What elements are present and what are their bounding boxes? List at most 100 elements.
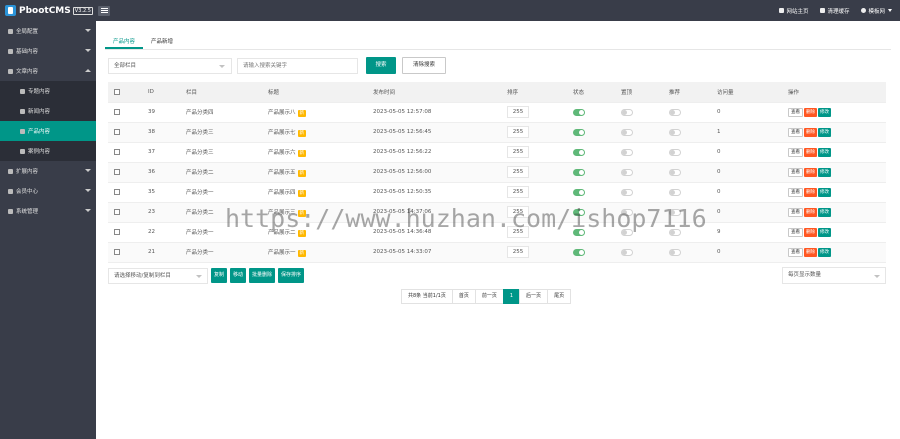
prev-page-button[interactable]: 前一页 xyxy=(474,289,504,304)
status-toggle[interactable] xyxy=(573,128,585,136)
view-button[interactable]: 查看 xyxy=(788,227,803,237)
sidebar-item-global-config[interactable]: 全局配置 xyxy=(0,21,96,41)
delete-button[interactable]: 删除 xyxy=(804,227,817,237)
edit-button[interactable]: 修改 xyxy=(818,187,831,197)
title-text[interactable]: 产品展示一 xyxy=(268,250,296,256)
title-text[interactable]: 产品展示六 xyxy=(268,150,296,156)
row-checkbox[interactable] xyxy=(114,168,120,175)
top-toggle[interactable] xyxy=(621,188,633,196)
row-checkbox[interactable] xyxy=(114,148,120,155)
delete-button[interactable]: 删除 xyxy=(804,207,817,217)
sidebar-item-article-content[interactable]: 文章内容 xyxy=(0,61,96,81)
delete-button[interactable]: 删除 xyxy=(804,107,817,117)
title-text[interactable]: 产品展示四 xyxy=(268,190,296,196)
sidebar-item-members[interactable]: 会员中心 xyxy=(0,181,96,201)
edit-button[interactable]: 修改 xyxy=(818,247,831,257)
move-category-select[interactable]: 请选择移动/复制到栏目 xyxy=(108,267,208,284)
delete-button[interactable]: 删除 xyxy=(804,127,817,137)
sidebar-subitem-cases[interactable]: 案例内容 xyxy=(0,141,96,161)
edit-button[interactable]: 修改 xyxy=(818,167,831,177)
status-toggle[interactable] xyxy=(573,188,585,196)
edit-button[interactable]: 修改 xyxy=(818,127,831,137)
last-page-button[interactable]: 尾页 xyxy=(547,289,572,304)
tab-product-add[interactable]: 产品新增 xyxy=(143,35,181,49)
edit-button[interactable]: 修改 xyxy=(818,207,831,217)
delete-button[interactable]: 删除 xyxy=(804,247,817,257)
sidebar-item-basic-content[interactable]: 基础内容 xyxy=(0,41,96,61)
sidebar-subitem-news[interactable]: 新闻内容 xyxy=(0,101,96,121)
sort-input[interactable]: 255 xyxy=(507,246,529,258)
view-button[interactable]: 查看 xyxy=(788,147,803,157)
home-link[interactable]: 网站主页 xyxy=(779,7,808,15)
recommend-cell xyxy=(663,142,711,163)
delete-button[interactable]: 删除 xyxy=(804,187,817,197)
top-toggle[interactable] xyxy=(621,248,633,256)
next-page-button[interactable]: 后一页 xyxy=(519,289,549,304)
recommend-toggle[interactable] xyxy=(669,128,681,136)
move-button[interactable]: 移动 xyxy=(230,268,247,283)
sort-input[interactable]: 255 xyxy=(507,126,529,138)
status-toggle[interactable] xyxy=(573,148,585,156)
row-checkbox[interactable] xyxy=(114,248,120,255)
row-checkbox[interactable] xyxy=(114,108,120,115)
status-toggle[interactable] xyxy=(573,248,585,256)
view-button[interactable]: 查看 xyxy=(788,167,803,177)
recommend-toggle[interactable] xyxy=(669,168,681,176)
tab-product-list[interactable]: 产品内容 xyxy=(105,35,144,49)
sort-input[interactable]: 255 xyxy=(507,106,529,118)
category-cell: 产品分类二 xyxy=(180,162,262,183)
category-select[interactable]: 全部栏目 xyxy=(108,57,232,74)
view-button[interactable]: 查看 xyxy=(788,247,803,257)
status-toggle[interactable] xyxy=(573,108,585,116)
sidebar-subitem-products[interactable]: 产品内容 xyxy=(0,121,96,141)
delete-button[interactable]: 删除 xyxy=(804,147,817,157)
top-toggle[interactable] xyxy=(621,168,633,176)
user-menu[interactable]: 模板网 xyxy=(861,7,892,15)
first-page-button[interactable]: 首页 xyxy=(451,289,476,304)
column-header: 排序 xyxy=(501,82,567,103)
home-icon xyxy=(779,8,785,13)
menu-toggle-icon[interactable] xyxy=(98,5,110,16)
edit-button[interactable]: 修改 xyxy=(818,227,831,237)
top-toggle[interactable] xyxy=(621,108,633,116)
clear-cache-link[interactable]: 清理缓存 xyxy=(820,7,849,15)
view-button[interactable]: 查看 xyxy=(788,127,803,137)
sidebar-subitem-topics[interactable]: 专题内容 xyxy=(0,81,96,101)
status-toggle[interactable] xyxy=(573,168,585,176)
current-page[interactable]: 1 xyxy=(502,289,521,304)
title-text[interactable]: 产品展示八 xyxy=(268,110,296,116)
recommend-toggle[interactable] xyxy=(669,248,681,256)
row-checkbox[interactable] xyxy=(114,188,120,195)
row-checkbox[interactable] xyxy=(114,208,120,215)
batch-delete-button[interactable]: 批量删除 xyxy=(249,268,276,283)
row-checkbox[interactable] xyxy=(114,228,120,235)
top-toggle[interactable] xyxy=(621,148,633,156)
per-page-select[interactable]: 每页显示数量 xyxy=(782,267,886,284)
select-all-checkbox[interactable] xyxy=(114,88,120,95)
view-button[interactable]: 查看 xyxy=(788,207,803,217)
sort-input[interactable]: 255 xyxy=(507,166,529,178)
top-toggle[interactable] xyxy=(621,128,633,136)
delete-button[interactable]: 删除 xyxy=(804,167,817,177)
copy-button[interactable]: 复制 xyxy=(211,268,228,283)
recommend-toggle[interactable] xyxy=(669,188,681,196)
clear-search-button[interactable]: 清除搜索 xyxy=(402,57,446,74)
edit-button[interactable]: 修改 xyxy=(818,147,831,157)
sort-input[interactable]: 255 xyxy=(507,186,529,198)
file-icon xyxy=(8,68,13,74)
sidebar-item-extensions[interactable]: 扩展内容 xyxy=(0,161,96,181)
search-button[interactable]: 搜索 xyxy=(366,57,396,74)
view-button[interactable]: 查看 xyxy=(788,107,803,117)
edit-button[interactable]: 修改 xyxy=(818,107,831,117)
save-sort-button[interactable]: 保存排序 xyxy=(278,268,305,283)
title-text[interactable]: 产品展示七 xyxy=(268,130,296,136)
recommend-toggle[interactable] xyxy=(669,108,681,116)
logo[interactable]: PbootCMS V3.2.5 xyxy=(0,0,96,21)
recommend-toggle[interactable] xyxy=(669,148,681,156)
title-text[interactable]: 产品展示五 xyxy=(268,170,296,176)
row-checkbox[interactable] xyxy=(114,128,120,135)
sidebar-item-system[interactable]: 系统管理 xyxy=(0,201,96,221)
search-input[interactable]: 请输入搜索关键字 xyxy=(237,57,358,74)
view-button[interactable]: 查看 xyxy=(788,187,803,197)
sort-input[interactable]: 255 xyxy=(507,146,529,158)
